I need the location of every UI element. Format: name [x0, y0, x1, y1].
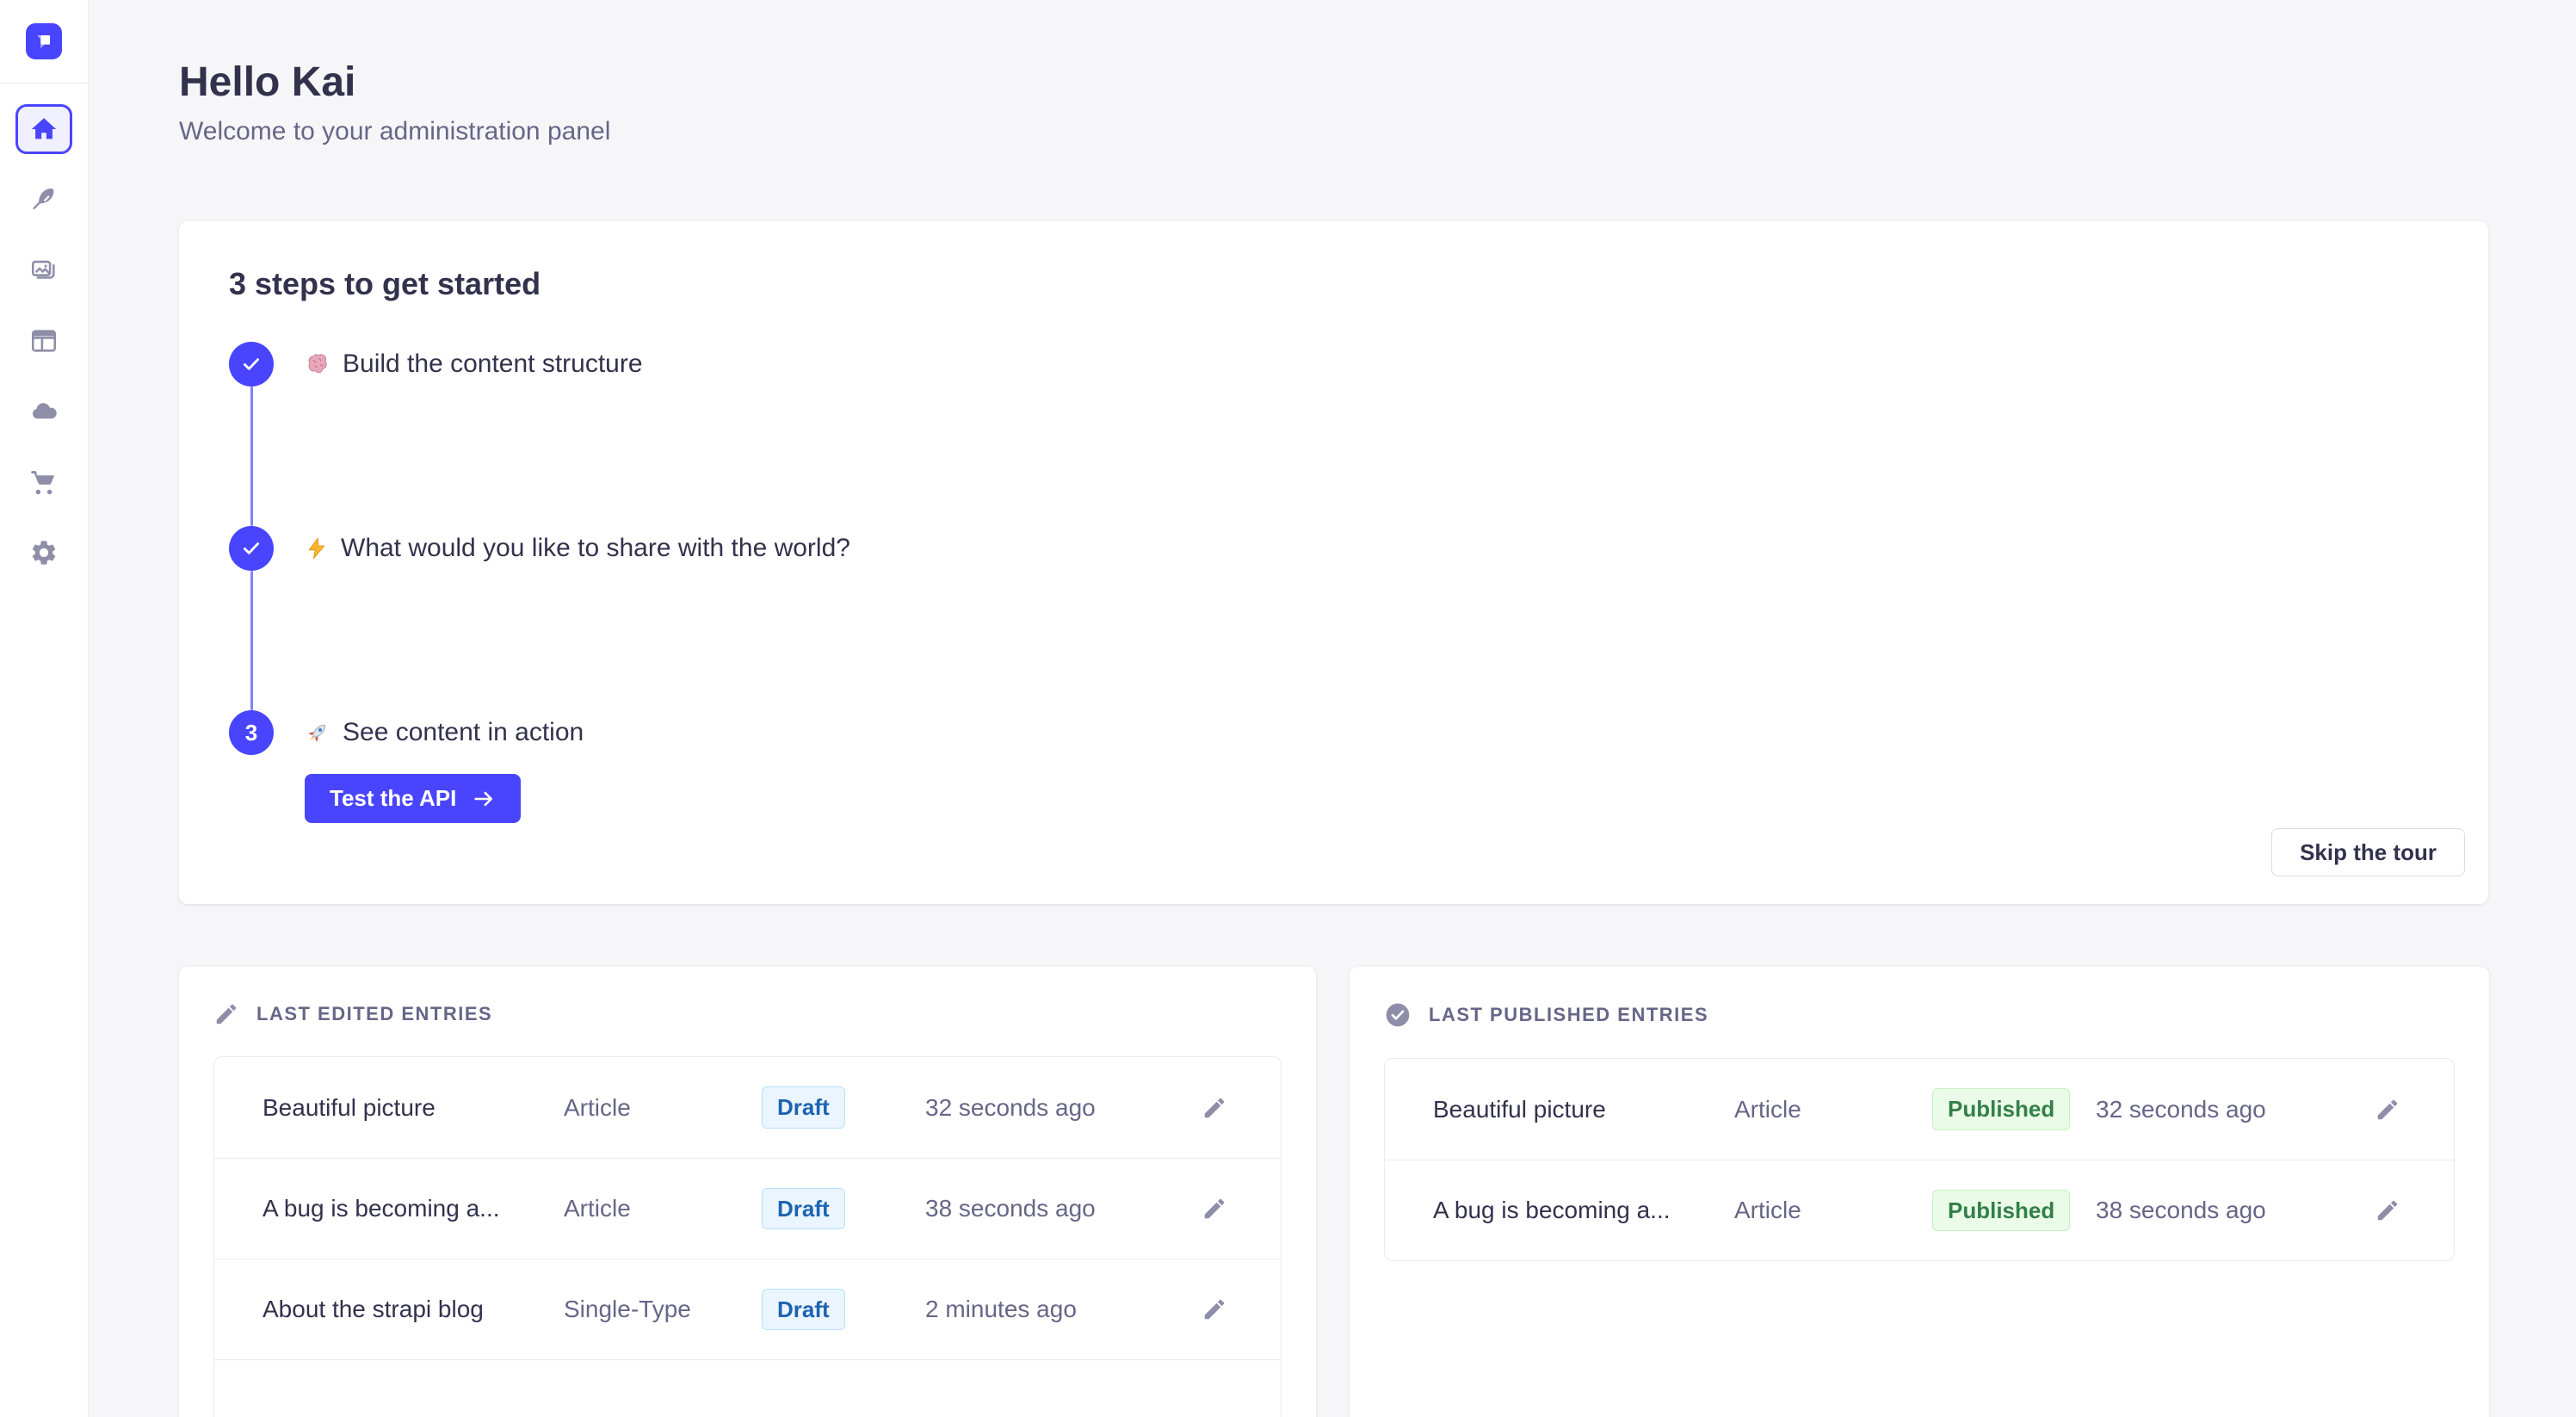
sidebar-nav: [15, 84, 72, 578]
pencil-icon: [213, 1001, 239, 1027]
edit-entry-button[interactable]: [1196, 1191, 1232, 1227]
entry-time: 32 seconds ago: [2096, 1096, 2354, 1123]
step-2-label: What would you like to share with the wo…: [305, 534, 850, 563]
cart-icon: [29, 467, 59, 497]
table-row: Beautiful picture Article Draft 32 secon…: [214, 1057, 1281, 1158]
entry-type: Article: [564, 1094, 762, 1122]
last-edited-header: LAST EDITED ENTRIES: [213, 1001, 1282, 1027]
strapi-logo[interactable]: [26, 23, 62, 59]
last-edited-table: Beautiful picture Article Draft 32 secon…: [213, 1056, 1282, 1417]
zap-emoji-icon: [305, 536, 329, 560]
entry-time: 38 seconds ago: [2096, 1197, 2354, 1224]
entry-name: Beautiful picture: [1433, 1096, 1734, 1123]
check-icon: [240, 537, 263, 560]
arrow-right-icon: [472, 787, 496, 811]
edit-entry-button[interactable]: [1196, 1291, 1232, 1327]
edit-entry-button[interactable]: [2369, 1092, 2406, 1128]
entry-name: Beautiful picture: [263, 1094, 564, 1122]
last-published-header: LAST PUBLISHED ENTRIES: [1384, 1001, 2455, 1029]
test-api-button[interactable]: Test the API: [305, 774, 521, 823]
step-2-check-circle: [229, 526, 274, 571]
sidebar-item-marketplace[interactable]: [15, 457, 72, 507]
status-badge: Draft: [762, 1289, 845, 1331]
sidebar-item-home[interactable]: [15, 104, 72, 154]
entry-time: 32 seconds ago: [925, 1094, 1181, 1122]
sidebar-item-content-manager[interactable]: [15, 175, 72, 225]
entry-type: Article: [564, 1195, 762, 1222]
sidebar-item-content-type-builder[interactable]: [15, 316, 72, 366]
last-published-table: Beautiful picture Article Published 32 s…: [1384, 1058, 2455, 1261]
onboarding-card: 3 steps to get started: [179, 221, 2488, 904]
table-row: A bug is becoming a... Article Draft 38 …: [214, 1158, 1281, 1259]
step-1-check-circle: [229, 342, 274, 387]
edit-entry-button[interactable]: [2369, 1192, 2406, 1228]
status-badge: Published: [1932, 1088, 2070, 1130]
step-3-label: See content in action: [305, 718, 584, 747]
pencil-icon: [1202, 1196, 1227, 1222]
layout-icon: [29, 326, 59, 356]
table-row: Beautiful picture Article Published 32 s…: [1385, 1059, 2454, 1160]
rocket-emoji-icon: [305, 720, 330, 746]
cloud-icon: [28, 396, 59, 427]
entry-time: 2 minutes ago: [925, 1296, 1181, 1323]
last-edited-title: LAST EDITED ENTRIES: [256, 1003, 492, 1025]
step-1-label: Build the content structure: [305, 350, 643, 379]
entry-time: 38 seconds ago: [925, 1195, 1181, 1222]
table-row: A bug is becoming a... Article Published…: [1385, 1160, 2454, 1260]
sidebar-item-cloud[interactable]: [15, 387, 72, 436]
step-3-number-circle: 3: [229, 710, 274, 755]
page-title: Hello Kai: [179, 59, 2488, 106]
logo-container: [0, 0, 88, 84]
gear-icon: [29, 538, 59, 567]
pencil-icon: [1202, 1296, 1227, 1322]
onboarding-title: 3 steps to get started: [229, 266, 2438, 302]
pencil-icon: [1202, 1095, 1227, 1121]
feather-icon: [29, 185, 59, 214]
entry-type: Article: [1734, 1197, 1932, 1224]
step-connector: [250, 387, 253, 526]
step-1: Build the content structure: [229, 342, 2438, 387]
onboarding-steps: Build the content structure: [229, 342, 2438, 823]
step-2: What would you like to share with the wo…: [229, 526, 2438, 571]
sidebar-item-media-library[interactable]: [15, 245, 72, 295]
status-badge: Draft: [762, 1188, 845, 1230]
entry-type: Article: [1734, 1096, 1932, 1123]
pencil-icon: [2375, 1097, 2400, 1123]
entry-name: A bug is becoming a...: [1433, 1197, 1734, 1224]
step-connector: [250, 571, 253, 710]
table-row: About the strapi blog Single-Type Draft …: [214, 1259, 1281, 1359]
table-row-partial: [214, 1359, 1281, 1417]
sidebar: [0, 0, 89, 1417]
home-icon: [29, 114, 59, 144]
check-icon: [240, 353, 263, 375]
strapi-logo-icon: [33, 30, 55, 53]
last-edited-entries-card: LAST EDITED ENTRIES Beautiful picture Ar…: [179, 967, 1316, 1417]
pencil-icon: [2375, 1197, 2400, 1223]
entry-type: Single-Type: [564, 1296, 762, 1323]
step-3: 3: [229, 710, 2438, 755]
last-published-title: LAST PUBLISHED ENTRIES: [1429, 1004, 1708, 1026]
sidebar-item-settings[interactable]: [15, 528, 72, 578]
last-published-entries-card: LAST PUBLISHED ENTRIES Beautiful picture…: [1350, 967, 2489, 1417]
status-badge: Published: [1932, 1190, 2070, 1232]
main-content: Hello Kai Welcome to your administration…: [89, 0, 2576, 1417]
brain-emoji-icon: [305, 351, 330, 377]
page-subtitle: Welcome to your administration panel: [179, 116, 2488, 147]
check-circle-icon: [1384, 1001, 1412, 1029]
edit-entry-button[interactable]: [1196, 1090, 1232, 1126]
images-icon: [29, 256, 59, 285]
widgets-section: LAST EDITED ENTRIES Beautiful picture Ar…: [179, 967, 2488, 1417]
status-badge: Draft: [762, 1086, 845, 1129]
entry-name: A bug is becoming a...: [263, 1195, 564, 1222]
entry-name: About the strapi blog: [263, 1296, 564, 1323]
skip-tour-button[interactable]: Skip the tour: [2271, 828, 2465, 876]
